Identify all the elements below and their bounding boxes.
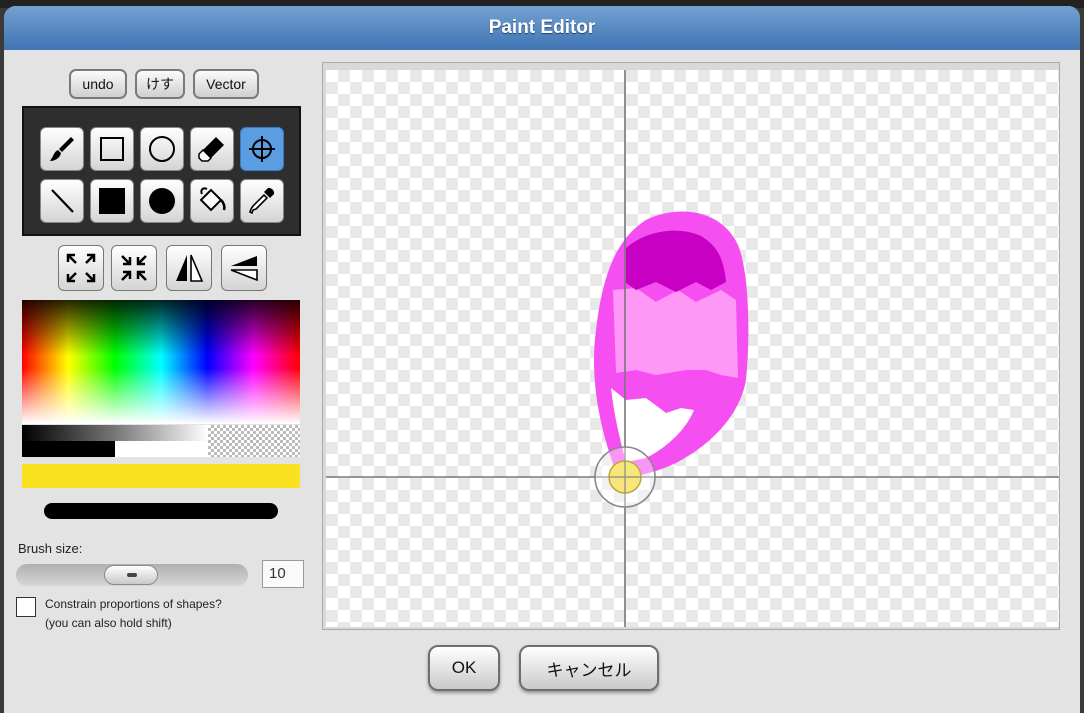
grayscale-bar[interactable] <box>22 425 208 441</box>
shrink-button[interactable] <box>111 245 157 291</box>
flip-horizontal-icon <box>176 254 204 282</box>
eraser-tool[interactable] <box>190 127 234 171</box>
expand-arrows-icon <box>66 253 96 283</box>
constrain-label-line1: Constrain proportions of shapes? <box>45 597 222 611</box>
rotation-center-tool[interactable] <box>240 127 284 171</box>
shrink-arrows-icon <box>121 255 147 281</box>
grow-button[interactable] <box>58 245 104 291</box>
transparent-swatch[interactable] <box>208 425 300 457</box>
paint-bucket-icon <box>199 187 226 212</box>
cancel-button[interactable]: キャンセル <box>519 645 659 691</box>
undo-button[interactable]: undo <box>69 69 127 99</box>
line-icon <box>51 189 74 213</box>
flip-vertical-button[interactable] <box>221 245 267 291</box>
filled-ellipse-tool[interactable] <box>140 179 184 223</box>
dialog-title: Paint Editor <box>488 17 596 38</box>
slider-knob[interactable] <box>104 565 158 585</box>
color-spectrum[interactable] <box>22 300 300 424</box>
eraser-icon <box>198 137 224 162</box>
eyedropper-icon <box>249 187 275 215</box>
constrain-label-line2: (you can also hold shift) <box>45 616 172 630</box>
clear-button[interactable]: けす <box>135 69 185 99</box>
brush-size-label: Brush size: <box>18 541 83 556</box>
line-tool[interactable] <box>40 179 84 223</box>
constrain-checkbox[interactable] <box>16 597 36 617</box>
ellipse-outline-icon <box>149 136 175 162</box>
black-swatch[interactable] <box>22 441 115 457</box>
filled-rectangle-tool[interactable] <box>90 179 134 223</box>
brush-size-preview <box>44 503 278 519</box>
rectangle-tool[interactable] <box>90 127 134 171</box>
brush-size-input[interactable]: 10 <box>262 560 304 588</box>
brush-icon <box>50 137 74 161</box>
brush-tool[interactable] <box>40 127 84 171</box>
current-color-swatch <box>22 464 300 488</box>
flip-vertical-icon <box>230 256 258 282</box>
vector-button[interactable]: Vector <box>193 69 259 99</box>
filled-rectangle-icon <box>99 188 125 214</box>
filled-ellipse-icon <box>149 188 175 214</box>
brush-size-slider[interactable] <box>16 564 248 586</box>
eyedropper-tool[interactable] <box>240 179 284 223</box>
drawing-fill <box>613 288 738 378</box>
canvas-drawing <box>326 70 1059 627</box>
drawing-canvas[interactable] <box>326 70 1059 627</box>
paint-bucket-tool[interactable] <box>190 179 234 223</box>
ok-button[interactable]: OK <box>428 645 500 691</box>
rectangle-outline-icon <box>100 137 124 161</box>
crosshair-icon <box>249 136 275 162</box>
title-bar[interactable]: Paint Editor <box>4 6 1080 50</box>
flip-horizontal-button[interactable] <box>166 245 212 291</box>
white-swatch[interactable] <box>115 441 208 457</box>
ellipse-tool[interactable] <box>140 127 184 171</box>
